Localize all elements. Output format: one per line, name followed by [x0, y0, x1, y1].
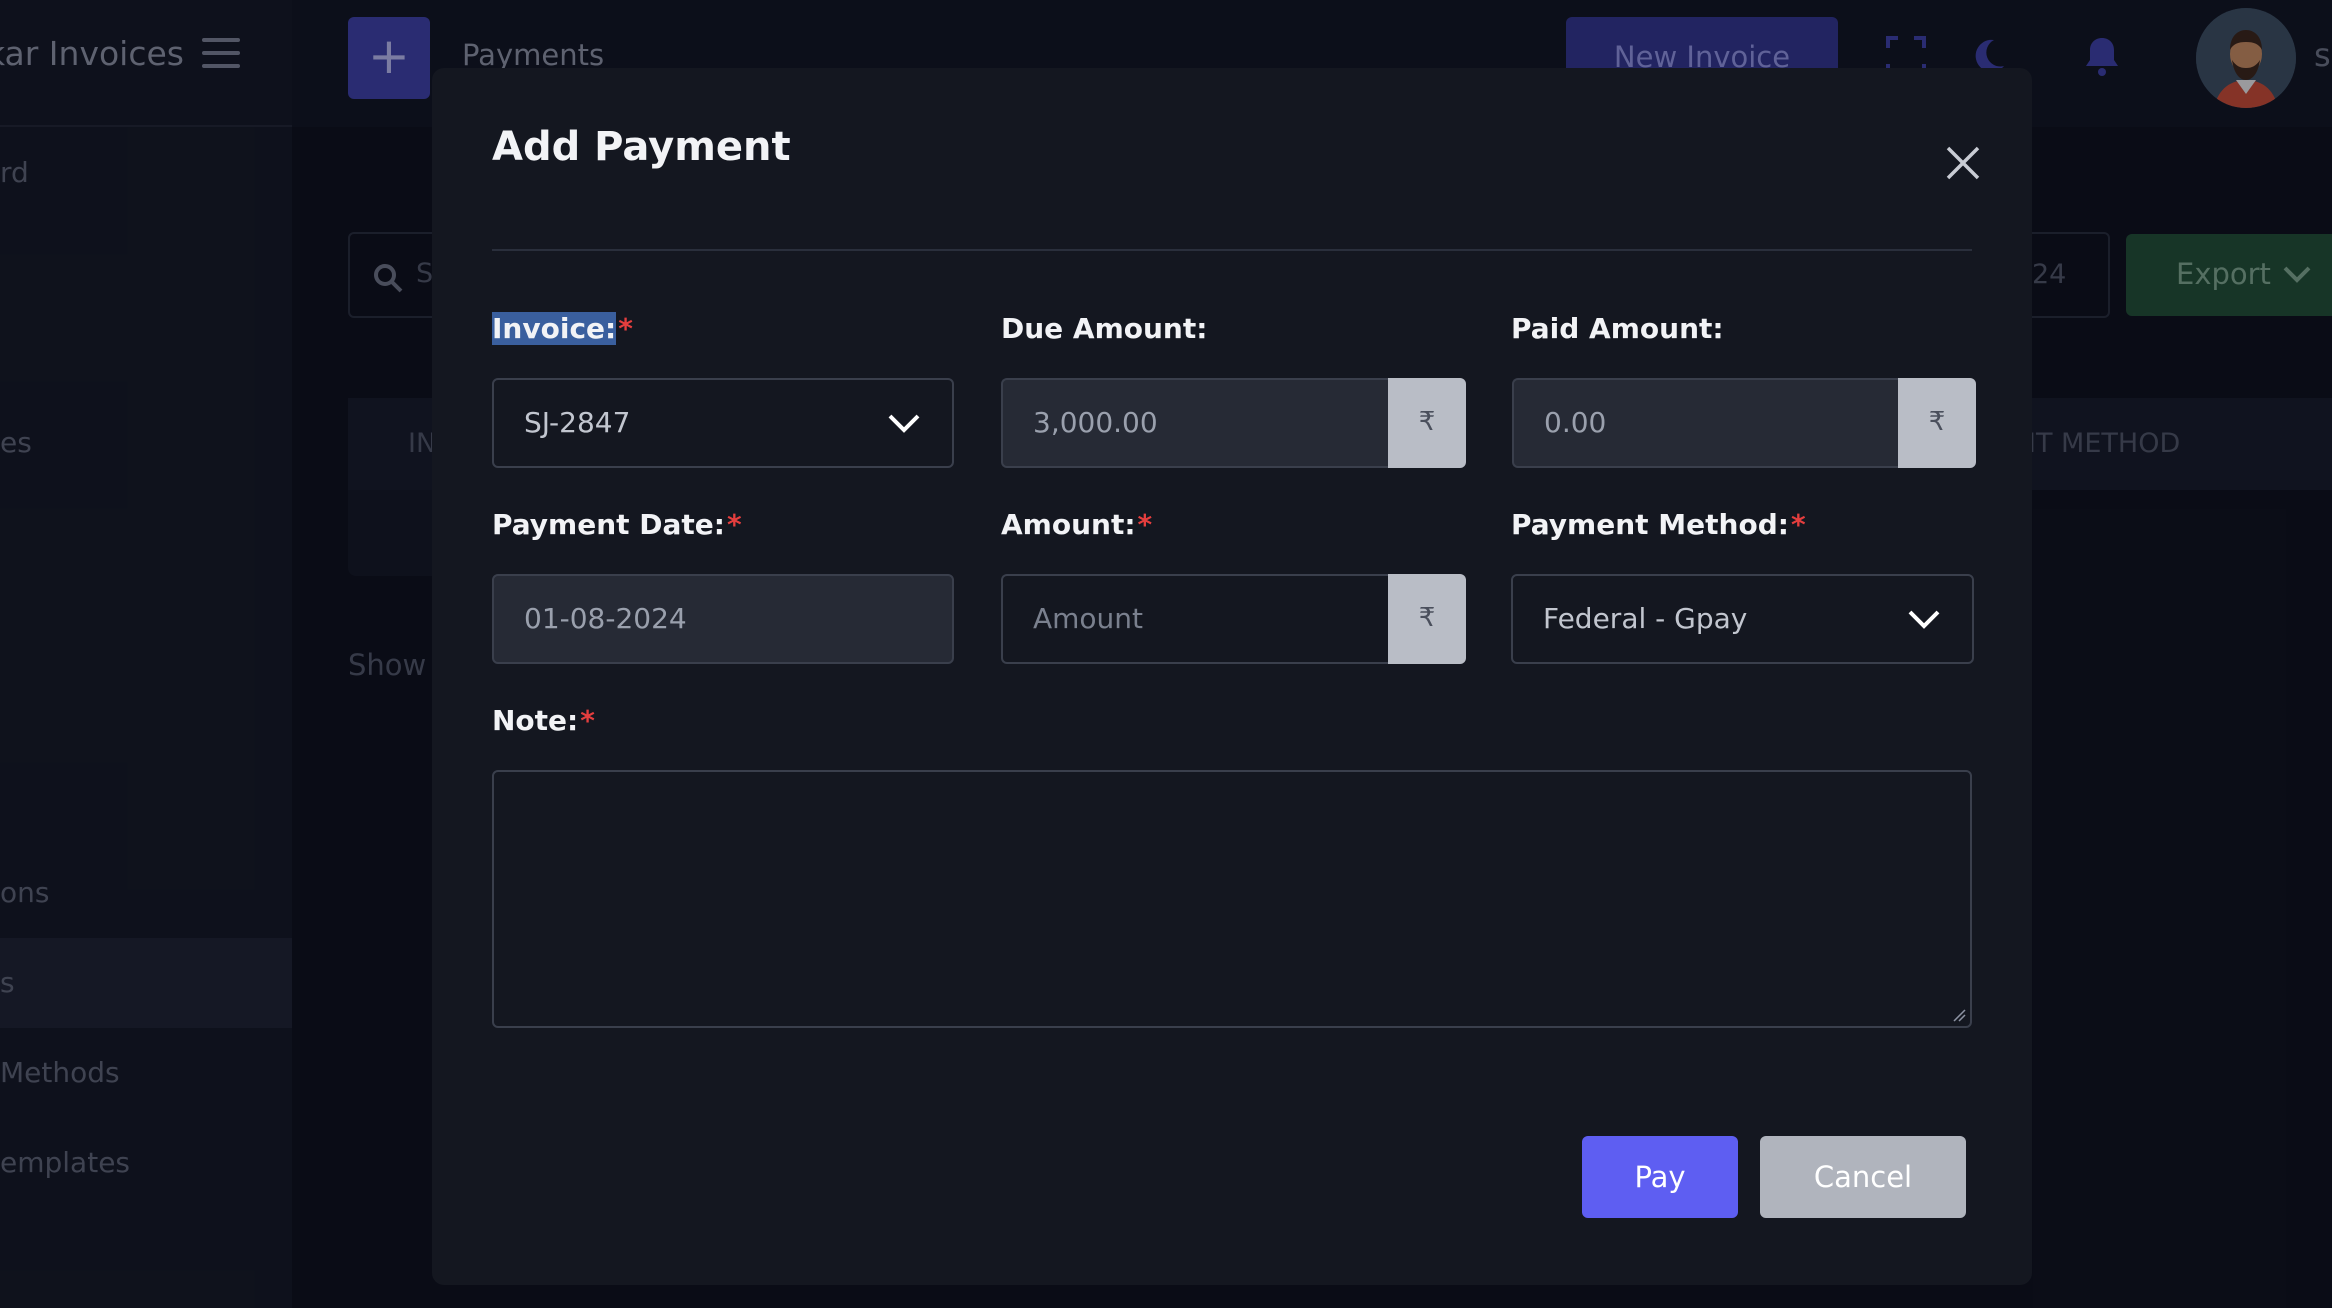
modal-divider: [492, 249, 1972, 251]
payment-method-label: Payment Method:*: [1511, 508, 1806, 541]
modal-title: Add Payment: [492, 124, 791, 170]
cancel-button[interactable]: Cancel: [1760, 1136, 1966, 1218]
chevron-down-icon: [1908, 610, 1940, 629]
due-amount-field: 3,000.00 ₹: [1001, 378, 1466, 468]
amount-label: Amount:*: [1001, 508, 1153, 541]
payment-method-select[interactable]: Federal - Gpay: [1511, 574, 1974, 664]
close-icon[interactable]: [1940, 140, 1986, 186]
payment-date-field[interactable]: 01-08-2024: [492, 574, 954, 664]
invoice-select[interactable]: SJ-2847: [492, 378, 954, 468]
rupee-icon: ₹: [1388, 574, 1466, 664]
invoice-label: Invoice:*: [492, 312, 633, 345]
note-label: Note:*: [492, 704, 595, 737]
chevron-down-icon: [888, 414, 920, 433]
pay-button[interactable]: Pay: [1582, 1136, 1738, 1218]
note-textarea[interactable]: [492, 770, 1972, 1028]
due-amount-label: Due Amount:: [1001, 312, 1208, 345]
paid-amount-label: Paid Amount:: [1511, 312, 1724, 345]
resize-handle-icon[interactable]: [1952, 1008, 1966, 1022]
amount-input[interactable]: Amount ₹: [1001, 574, 1466, 664]
payment-date-label: Payment Date:*: [492, 508, 742, 541]
rupee-icon: ₹: [1388, 378, 1466, 468]
paid-amount-field: 0.00 ₹: [1512, 378, 1976, 468]
rupee-icon: ₹: [1898, 378, 1976, 468]
add-payment-modal: Add Payment Invoice:* Due Amount: Paid A…: [432, 68, 2032, 1285]
